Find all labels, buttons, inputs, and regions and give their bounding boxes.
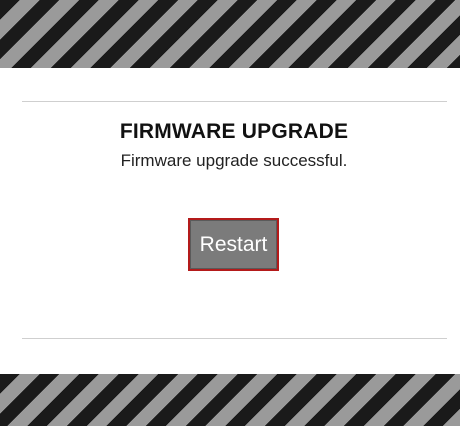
dialog-title: FIRMWARE UPGRADE: [119, 120, 349, 143]
divider-bottom: [22, 338, 447, 339]
restart-button[interactable]: Restart: [188, 218, 279, 271]
divider-top: [22, 101, 447, 102]
firmware-upgrade-screen: FIRMWARE UPGRADE Firmware upgrade succes…: [0, 0, 460, 426]
hazard-stripe-banner-bottom: [0, 374, 460, 426]
dialog-panel: FIRMWARE UPGRADE Firmware upgrade succes…: [0, 68, 460, 374]
hazard-stripe-banner-top: [0, 0, 460, 68]
status-message: Firmware upgrade successful.: [120, 151, 348, 170]
